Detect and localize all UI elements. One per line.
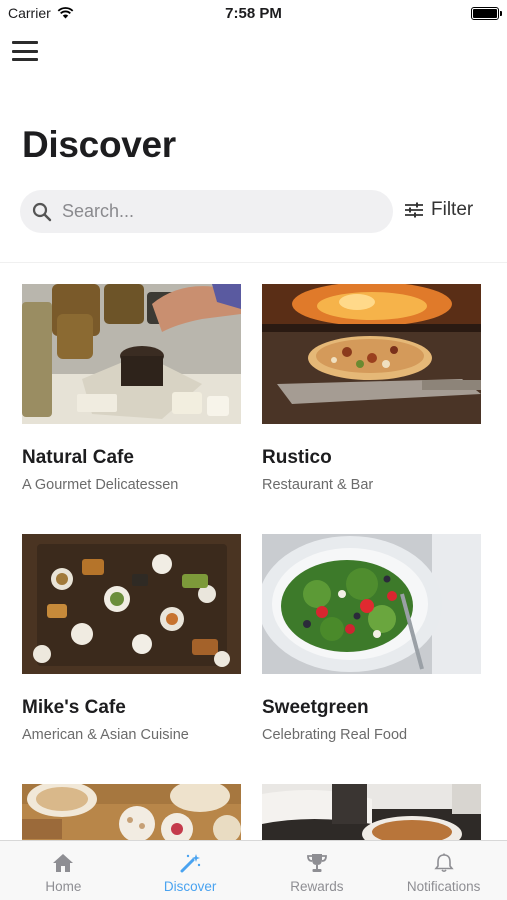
place-card[interactable]: Rustico Restaurant & Bar [262, 284, 481, 493]
battery-icon [471, 7, 502, 20]
place-photo [22, 284, 241, 424]
place-subtitle: Restaurant & Bar [262, 477, 374, 493]
place-card[interactable]: Natural Cafe A Gourmet Delicatessen [22, 284, 241, 493]
hamburger-menu-icon[interactable] [12, 40, 38, 62]
trophy-icon [306, 854, 327, 872]
search-bar[interactable] [20, 190, 393, 233]
page-title: Discover [22, 124, 176, 165]
header-divider [0, 262, 507, 263]
place-subtitle: American & Asian Cuisine [22, 727, 189, 743]
search-icon [32, 202, 52, 221]
status-time: 7:58 PM [225, 5, 282, 22]
place-card[interactable]: Mike's Cafe American & Asian Cuisine [22, 534, 241, 743]
tab-label: Home [45, 879, 82, 894]
place-name: Mike's Cafe [22, 697, 126, 718]
search-input[interactable] [62, 201, 362, 222]
tab-rewards[interactable]: Rewards [254, 841, 381, 900]
place-name: Sweetgreen [262, 697, 369, 718]
filter-label: Filter [431, 199, 474, 220]
bell-icon [433, 853, 454, 873]
place-photo [22, 534, 241, 674]
tab-notifications[interactable]: Notifications [380, 841, 507, 900]
place-photo [262, 284, 481, 424]
tab-label: Discover [163, 879, 217, 894]
filter-button[interactable]: Filter [404, 199, 473, 221]
sliders-icon [405, 202, 423, 218]
status-bar: Carrier 7:58 PM [0, 0, 507, 28]
place-photo [262, 534, 481, 674]
magic-wand-icon [180, 854, 201, 873]
tab-label: Notifications [406, 879, 481, 894]
place-name: Rustico [262, 447, 332, 468]
place-card[interactable]: Sweetgreen Celebrating Real Food [262, 534, 481, 743]
place-subtitle: A Gourmet Delicatessen [22, 477, 179, 493]
tab-discover[interactable]: Discover [127, 841, 254, 900]
place-name: Natural Cafe [22, 447, 134, 468]
place-subtitle: Celebrating Real Food [262, 727, 408, 743]
tab-home[interactable]: Home [0, 841, 127, 900]
tab-bar: Home Discover Rewards Notifications [0, 840, 507, 900]
home-icon [53, 854, 74, 872]
tab-label: Rewards [290, 879, 344, 894]
